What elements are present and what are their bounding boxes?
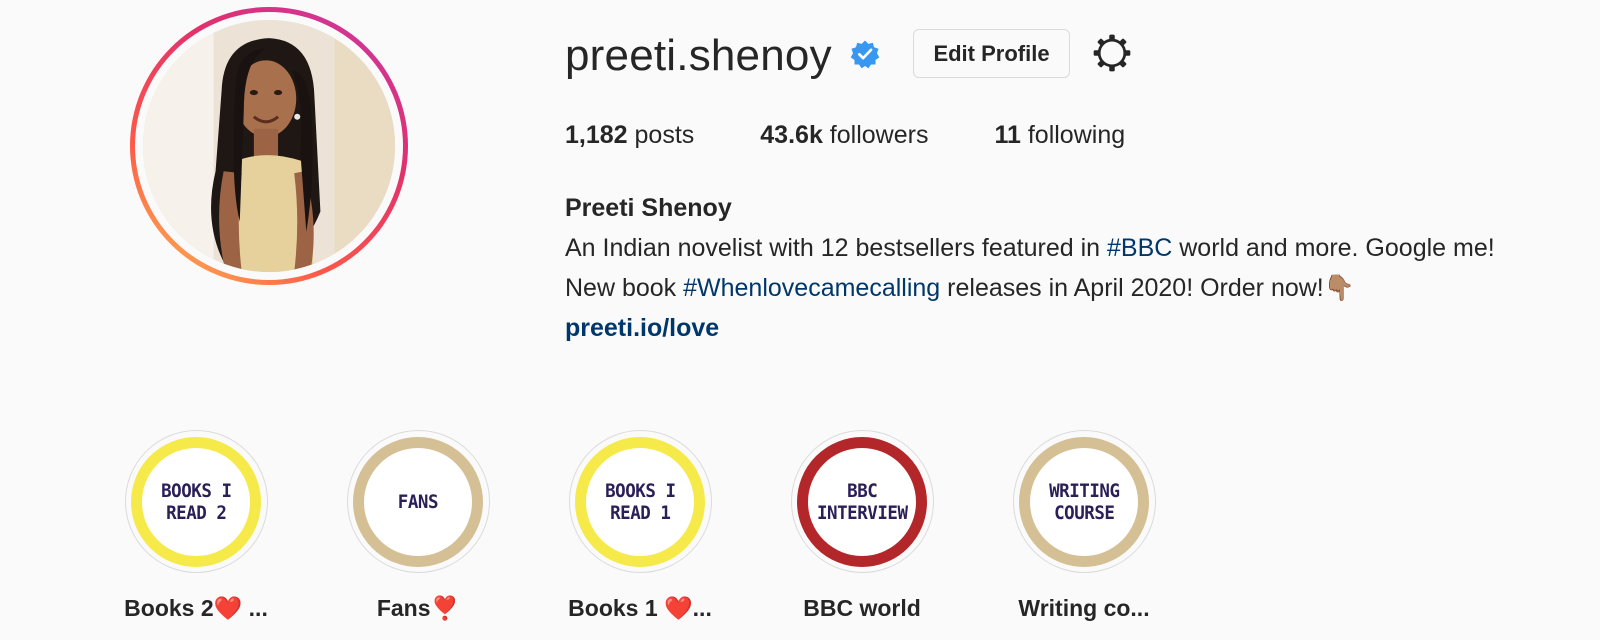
avatar-photo-illustration [143, 20, 395, 272]
profile-bio: Preeti Shenoy An Indian novelist with 12… [565, 188, 1495, 348]
posts-label: posts [634, 121, 695, 149]
posts-stat: 1,182 posts [565, 118, 694, 152]
verified-badge-icon [850, 40, 880, 69]
profile-username: preeti.shenoy [565, 31, 832, 80]
highlight-writing-course[interactable]: WRITING COURSE Writing co... [973, 430, 1195, 622]
bio-text: New book [565, 274, 684, 302]
highlight-label: Fans❣️ [376, 595, 460, 621]
highlight-cover-frame: BBC INTERVIEW [790, 430, 934, 573]
highlight-cover-text: BOOKS I READ 1 [604, 479, 676, 524]
highlight-label: Books 1 ❤️... [568, 595, 712, 621]
story-highlights: BOOKS I READ 2 Books 2❤️ ... FANS Fans❣️… [85, 430, 1195, 622]
hashtag-link-bbc[interactable]: #BBC [1107, 234, 1172, 262]
highlight-cover: BBC INTERVIEW [797, 436, 927, 567]
highlight-cover-frame: FANS [346, 430, 490, 573]
highlight-cover: WRITING COURSE [1019, 436, 1149, 567]
highlight-cover-text: BBC INTERVIEW [816, 479, 908, 524]
highlight-cover: BOOKS I READ 1 [575, 436, 705, 567]
followers-label: followers [829, 121, 929, 149]
posts-count: 1,182 [565, 121, 628, 149]
highlight-bbc-world[interactable]: BBC INTERVIEW BBC world [751, 430, 973, 622]
bio-text: An Indian novelist with 12 bestsellers f… [565, 234, 1107, 262]
highlight-label: Writing co... [1018, 595, 1150, 621]
bio-line-1: An Indian novelist with 12 bestsellers f… [565, 228, 1495, 268]
settings-button[interactable] [1090, 31, 1134, 75]
bio-text: world and more. Google me! [1172, 234, 1495, 262]
highlight-cover-frame: BOOKS I READ 1 [568, 430, 712, 573]
gear-icon [1093, 34, 1131, 72]
highlight-cover-frame: WRITING COURSE [1012, 430, 1156, 573]
following-count: 11 [994, 121, 1021, 149]
highlight-cover-text: WRITING COURSE [1048, 479, 1120, 524]
highlight-cover: FANS [353, 436, 483, 567]
bio-text: releases in April 2020! Order now!👇🏽 [940, 274, 1355, 302]
highlight-fans[interactable]: FANS Fans❣️ [307, 430, 529, 622]
highlight-cover: BOOKS I READ 2 [131, 436, 261, 567]
followers-stat[interactable]: 43.6k followers [760, 118, 928, 152]
highlight-books-read-2[interactable]: BOOKS I READ 2 Books 2❤️ ... [85, 430, 307, 622]
hashtag-link-whenlovecamecalling[interactable]: #Whenlovecamecalling [683, 274, 940, 302]
highlight-label: Books 2❤️ ... [124, 595, 268, 621]
following-stat[interactable]: 11 following [994, 118, 1125, 152]
profile-full-name: Preeti Shenoy [565, 194, 732, 222]
profile-avatar-ring[interactable] [130, 7, 408, 285]
bio-line-2: New book #Whenlovecamecalling releases i… [565, 268, 1495, 308]
profile-stats: 1,182 posts 43.6k followers 11 following [565, 118, 1191, 152]
highlight-label: BBC world [803, 595, 921, 621]
highlight-books-read-1[interactable]: BOOKS I READ 1 Books 1 ❤️... [529, 430, 751, 622]
highlight-cover-text: BOOKS I READ 2 [160, 479, 232, 524]
profile-avatar[interactable] [143, 20, 395, 272]
followers-count: 43.6k [760, 121, 823, 149]
edit-profile-button[interactable]: Edit Profile [913, 29, 1070, 78]
highlight-cover-text: FANS [397, 490, 439, 513]
following-label: following [1027, 121, 1126, 149]
avatar-gap [135, 12, 403, 280]
website-link[interactable]: preeti.io/love [565, 314, 719, 342]
highlight-cover-frame: BOOKS I READ 2 [124, 430, 268, 573]
